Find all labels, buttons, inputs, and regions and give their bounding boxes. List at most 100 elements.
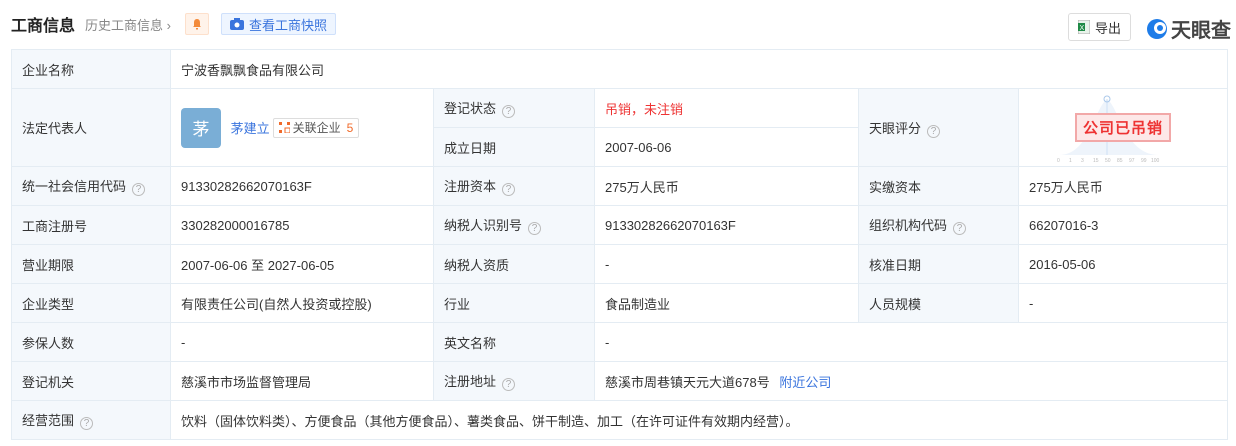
reg-number: 330282000016785 [170, 205, 434, 245]
table-row: 企业名称 宁波香飘飘食品有限公司 [11, 49, 1229, 89]
export-button[interactable]: X 导出 [1068, 13, 1131, 41]
label: 法定代表人 [11, 88, 171, 167]
svg-text:99: 99 [1141, 158, 1147, 164]
label: 统一社会信用代码 [22, 179, 127, 194]
label: 营业期限 [11, 244, 171, 284]
label: 工商注册号 [11, 205, 171, 245]
business-info-table: 企业名称 宁波香飘飘食品有限公司 法定代表人 茅 茅建立 关联企业 5 登记状态? 吊… [11, 49, 1229, 440]
status-value: 吊销，未注销 [594, 88, 859, 128]
est-date: 2007-06-06 [594, 127, 859, 167]
revoked-stamp: 公司已吊销 [1075, 113, 1172, 142]
section-title: 工商信息 [11, 18, 76, 35]
label: 组织机构代码 [869, 218, 948, 233]
label: 核准日期 [858, 244, 1019, 284]
network-icon [278, 122, 290, 133]
export-label: 导出 [1094, 20, 1121, 36]
label-cell: 经营范围? [11, 400, 171, 440]
svg-text:X: X [1079, 25, 1084, 32]
help-icon[interactable]: ? [953, 222, 967, 235]
label: 行业 [433, 283, 595, 323]
section-header: 工商信息 历史工商信息 › 查看工商快照 [11, 8, 336, 40]
approval-date: 2016-05-06 [1017, 244, 1229, 284]
history-link[interactable]: 历史工商信息 › [85, 15, 171, 34]
logo-icon [1147, 18, 1167, 39]
score-cell: 0 1 3 15 50 85 97 99 100 公司已吊销 [1017, 88, 1229, 167]
label: 天眼评分 [869, 120, 922, 136]
help-icon[interactable]: ? [80, 417, 94, 430]
business-term: 2007-06-06 至 2027-06-05 [170, 244, 434, 284]
label-cell: 登记状态? [433, 88, 595, 128]
table-row: 企业类型 有限责任公司(自然人投资或控股) 行业 食品制造业 人员规模 - [11, 283, 1229, 323]
table-row: 法定代表人 茅 茅建立 关联企业 5 登记状态? 吊销，未注销 天眼评分? 0 1 3 1… [11, 88, 1229, 167]
label: 登记机关 [11, 361, 171, 401]
help-icon[interactable]: ? [927, 124, 941, 138]
label: 企业类型 [11, 283, 171, 323]
org-code: 66207016-3 [1017, 205, 1229, 245]
excel-icon: X [1077, 20, 1090, 34]
related-companies-button[interactable]: 关联企业 5 [272, 117, 360, 138]
label: 注册资本 [444, 179, 497, 194]
table-row: 登记机关 慈溪市市场监督管理局 注册地址? 慈溪市周巷镇天元大道678号 附近公司 [11, 361, 1229, 401]
snapshot-button[interactable]: 查看工商快照 [220, 13, 336, 35]
related-label: 关联企业 [292, 121, 341, 135]
company-type: 有限责任公司(自然人投资或控股) [170, 283, 434, 323]
taxpayer-qual: - [594, 244, 859, 284]
label: 英文名称 [433, 322, 595, 362]
label-cell: 注册资本? [433, 166, 595, 206]
tianyancha-logo: 天眼查 [1146, 14, 1231, 43]
industry: 食品制造业 [594, 283, 859, 323]
label: 参保人数 [11, 322, 171, 362]
svg-text:85: 85 [1117, 158, 1123, 164]
svg-text:97: 97 [1129, 158, 1135, 164]
help-icon[interactable]: ? [502, 105, 516, 118]
address-cell: 慈溪市周巷镇天元大道678号 附近公司 [593, 361, 1229, 401]
reg-capital: 275万人民币 [594, 166, 859, 206]
nearby-companies-link[interactable]: 附近公司 [779, 375, 831, 390]
label: 人员规模 [858, 283, 1019, 323]
tax-id: 91330282662070163F [594, 205, 859, 245]
svg-text:15: 15 [1093, 158, 1099, 164]
label-cell: 注册地址? [433, 361, 595, 401]
label-cell: 组织机构代码? [858, 205, 1019, 245]
label: 登记状态 [444, 101, 497, 116]
staff-size: - [1017, 283, 1229, 323]
bell-icon [192, 19, 201, 30]
credit-code: 91330282662070163F [170, 166, 434, 206]
svg-text:50: 50 [1105, 158, 1111, 164]
label-cell: 统一社会信用代码? [11, 166, 171, 206]
label: 纳税人识别号 [444, 218, 523, 233]
help-icon[interactable]: ? [528, 222, 542, 235]
legal-rep-cell: 茅 茅建立 关联企业 5 [170, 88, 434, 167]
business-scope: 饮料（固体饮料类）、方便食品（其他方便食品）、薯类食品、饼干制造、加工（在许可证… [169, 400, 1229, 440]
svg-text:1: 1 [1069, 158, 1072, 164]
label: 经营范围 [22, 413, 75, 428]
insured-count: - [170, 322, 434, 362]
reg-address: 慈溪市周巷镇天元大道678号 [605, 374, 770, 390]
history-label: 历史工商信息 [85, 17, 164, 33]
english-name: - [593, 322, 1229, 362]
label-cell: 天眼评分? [858, 88, 1019, 167]
svg-text:3: 3 [1081, 158, 1084, 164]
related-count: 5 [346, 120, 354, 135]
label: 注册地址 [444, 374, 497, 389]
label: 企业名称 [11, 49, 171, 89]
help-icon[interactable]: ? [502, 378, 516, 391]
legal-rep-link[interactable]: 茅建立 [231, 121, 270, 136]
camera-icon [229, 18, 244, 30]
bell-button[interactable] [184, 13, 209, 35]
logo-text: 天眼查 [1171, 20, 1231, 42]
paid-capital: 275万人民币 [1017, 166, 1229, 206]
help-icon[interactable]: ? [502, 183, 516, 196]
snapshot-label: 查看工商快照 [248, 17, 327, 33]
reg-authority: 慈溪市市场监督管理局 [170, 361, 434, 401]
avatar: 茅 [181, 107, 221, 148]
table-row: 经营范围? 饮料（固体饮料类）、方便食品（其他方便食品）、薯类食品、饼干制造、加工… [11, 400, 1229, 440]
table-row: 参保人数 - 英文名称 - [11, 322, 1229, 362]
label: 纳税人资质 [433, 244, 595, 284]
svg-text:0: 0 [1057, 158, 1060, 164]
table-row: 统一社会信用代码? 91330282662070163F 注册资本? 275万人民币… [11, 166, 1229, 206]
company-name: 宁波香飘飘食品有限公司 [169, 49, 1229, 89]
help-icon[interactable]: ? [132, 183, 146, 196]
label: 实缴资本 [858, 166, 1019, 206]
table-row: 工商注册号 330282000016785 纳税人识别号? 913302826620… [11, 205, 1229, 245]
